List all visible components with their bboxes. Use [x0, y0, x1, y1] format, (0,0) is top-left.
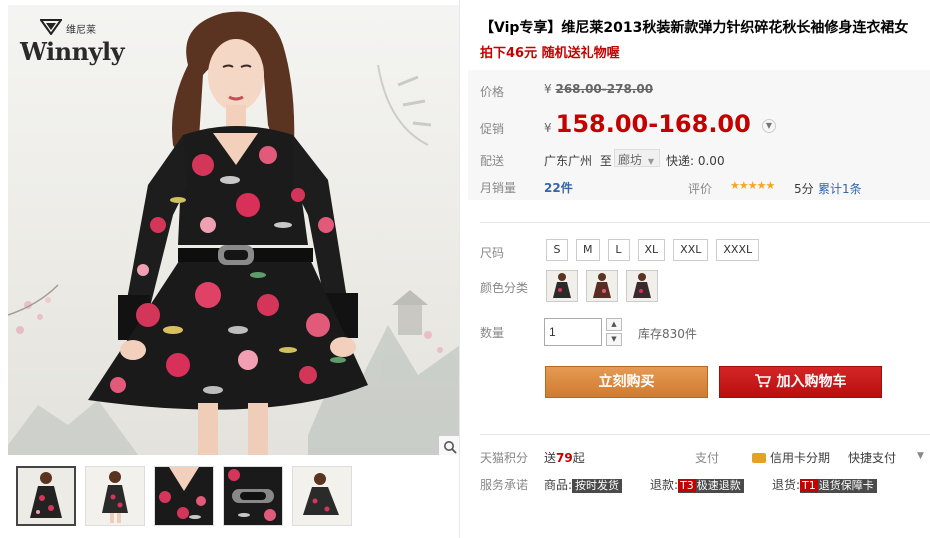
- service-return-tag[interactable]: T1 退货保障卡: [800, 479, 877, 493]
- service-refund-t: T3: [678, 479, 696, 492]
- stock-count: 库存830件: [638, 327, 697, 341]
- add-to-cart-button[interactable]: 加入购物车: [719, 366, 882, 398]
- original-price: ¥ 268.00-278.00: [544, 82, 653, 96]
- buy-now-button[interactable]: 立刻购买: [545, 366, 708, 398]
- service-goods: 商品: 按时发货: [544, 476, 623, 493]
- credit-installment-label: 信用卡分期: [770, 451, 831, 465]
- service-goods-tag[interactable]: 按时发货: [572, 479, 623, 493]
- product-title: 【Vip专享】维尼莱2013秋装新款弹力针织碎花秋长袖修身连衣裙女: [480, 20, 909, 36]
- color-option-2[interactable]: [586, 270, 618, 302]
- service-refund: 退款: T3 极速退款: [650, 476, 744, 493]
- color-options: [546, 270, 658, 302]
- chevron-down-icon[interactable]: ▼: [917, 451, 924, 461]
- promo-price-currency: ¥: [544, 121, 552, 135]
- rating-label: 评价: [688, 182, 713, 196]
- cart-icon: [754, 373, 771, 387]
- price-label: 价格: [480, 85, 505, 99]
- promo-price-value: 158.00-168.00: [555, 110, 751, 138]
- size-options: S M L XL XXL XXXL: [546, 239, 760, 261]
- thumbnail-5[interactable]: [292, 466, 352, 526]
- shipping-destination-select[interactable]: 廊坊 ▼: [614, 149, 660, 167]
- color-option-3-image: [633, 273, 651, 298]
- quantity-increase-button[interactable]: ▲: [606, 318, 622, 331]
- size-label: 尺码: [480, 246, 505, 260]
- brand-logo-mark: [40, 19, 62, 35]
- main-product-image[interactable]: 维尼莱 Winnyly: [8, 5, 460, 455]
- brand-logo-cn: 维尼莱: [66, 25, 96, 36]
- size-option-xxl[interactable]: XXL: [673, 239, 709, 261]
- zoom-button[interactable]: [438, 435, 460, 455]
- color-option-1-image: [553, 273, 571, 298]
- thumbnail-2[interactable]: [85, 466, 145, 526]
- service-refund-tag[interactable]: T3 极速退款: [678, 479, 744, 493]
- magnifier-icon: [444, 441, 457, 454]
- column-divider: [459, 0, 460, 538]
- points-suffix: 起: [572, 451, 585, 465]
- monthly-sales-count: 22件: [544, 181, 573, 195]
- color-option-2-image: [593, 273, 611, 298]
- size-option-l[interactable]: L: [607, 239, 630, 261]
- brand-logo-en: Winnyly: [20, 37, 125, 66]
- thumbnail-5-image: [293, 467, 351, 525]
- credit-card-icon: [752, 452, 766, 463]
- original-price-currency: ¥: [544, 82, 552, 96]
- quantity-label: 数量: [480, 326, 505, 340]
- size-option-m[interactable]: M: [576, 239, 600, 261]
- promo-dropdown-icon[interactable]: ▼: [762, 119, 776, 133]
- divider: [480, 434, 930, 435]
- thumbnail-4[interactable]: [223, 466, 283, 526]
- payment-label: 支付: [695, 451, 720, 465]
- promo-price: ¥158.00-168.00: [544, 110, 751, 138]
- size-option-xxxl[interactable]: XXXL: [716, 239, 760, 261]
- thumbnail-2-image: [86, 467, 144, 525]
- service-return-t: T1: [800, 479, 818, 492]
- chevron-down-icon: ▼: [647, 157, 654, 166]
- shipping-from: 广东广州: [544, 154, 593, 168]
- points-number: 79: [556, 451, 573, 465]
- promo-label: 促销: [480, 122, 505, 136]
- quick-pay-link[interactable]: 快捷支付: [848, 449, 896, 466]
- shipping-destination: 廊坊: [618, 153, 643, 167]
- service-label: 服务承诺: [480, 478, 529, 492]
- points-prefix: 送: [544, 451, 557, 465]
- points-label: 天猫积分: [480, 451, 529, 465]
- quantity-decrease-button[interactable]: ▼: [606, 333, 622, 346]
- thumbnail-3[interactable]: [154, 466, 214, 526]
- shipping-fee: 快递: 0.00: [666, 154, 725, 168]
- service-return: 退货: T1 退货保障卡: [772, 476, 877, 493]
- thumbnail-4-image: [224, 467, 282, 525]
- monthly-sales: 22件: [544, 179, 573, 196]
- color-option-3[interactable]: [626, 270, 658, 302]
- color-label: 颜色分类: [480, 281, 529, 295]
- size-option-xl[interactable]: XL: [637, 239, 666, 261]
- service-refund-label: 退款:: [650, 478, 679, 492]
- color-option-1[interactable]: [546, 270, 578, 302]
- service-return-text: 退货保障卡: [818, 479, 874, 492]
- points-value: 送79起: [544, 449, 585, 466]
- size-option-s[interactable]: S: [546, 239, 568, 261]
- monthly-sales-label: 月销量: [480, 181, 517, 195]
- thumbnail-1-image: [18, 468, 74, 524]
- thumbnail-3-image: [155, 467, 213, 525]
- service-goods-label: 商品:: [544, 478, 573, 492]
- thumbnail-1[interactable]: [16, 466, 76, 526]
- rating-stars: ★★★★★: [730, 179, 775, 192]
- service-refund-text: 极速退款: [696, 479, 741, 492]
- divider: [480, 222, 930, 223]
- review-count-link[interactable]: 累计1条: [818, 180, 862, 197]
- credit-installment-link[interactable]: 信用卡分期: [752, 449, 830, 466]
- shipping-origin: 广东广州 至: [544, 152, 612, 169]
- original-price-value: 268.00-278.00: [555, 82, 654, 96]
- shipping-to-word: 至: [599, 154, 612, 168]
- thumbnail-strip: [16, 466, 352, 526]
- rating-score: 5分: [794, 182, 814, 196]
- add-to-cart-label: 加入购物车: [776, 374, 847, 390]
- quantity-input[interactable]: [544, 318, 602, 346]
- brand-logo: 维尼莱 Winnyly: [20, 17, 130, 73]
- shipping-label: 配送: [480, 154, 505, 168]
- service-return-label: 退货:: [772, 478, 801, 492]
- product-subtitle: 拍下46元 随机送礼物喔: [480, 46, 620, 61]
